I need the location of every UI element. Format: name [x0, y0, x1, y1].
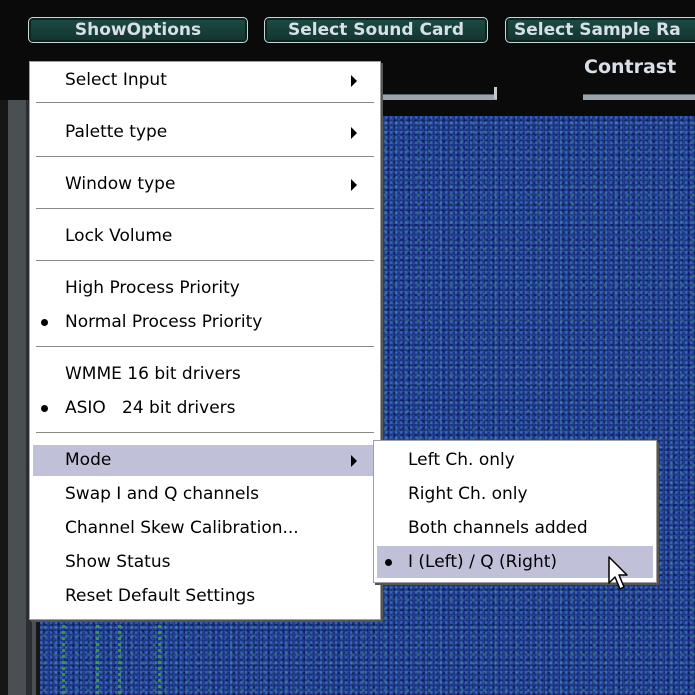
submenu-arrow-icon	[351, 75, 357, 87]
submenu-arrow-icon	[351, 455, 357, 467]
submenu-item-left-only[interactable]: Left Ch. only	[377, 444, 653, 476]
submenu-item-label: I (Left) / Q (Right)	[408, 552, 558, 572]
menu-item-label: Channel Skew Calibration...	[65, 518, 299, 538]
menu-item-label: Mode	[65, 450, 112, 470]
submenu-arrow-icon	[351, 179, 357, 191]
show-options-menu: Select Input Palette type Window type Lo…	[29, 61, 381, 620]
menu-item-high-priority[interactable]: High Process Priority	[33, 273, 377, 304]
menu-item-label: Normal Process Priority	[65, 312, 263, 332]
menu-item-label: Reset Default Settings	[65, 586, 256, 606]
menu-item-select-input[interactable]: Select Input	[33, 65, 377, 96]
menu-item-palette-type[interactable]: Palette type	[33, 117, 377, 148]
contrast-label: Contrast	[584, 56, 677, 78]
menu-item-skew-calibration[interactable]: Channel Skew Calibration...	[33, 513, 377, 544]
app-window: ShowOptions Select Sound Card Select Sam…	[0, 0, 695, 695]
menu-item-label: ASIO 24 bit drivers	[65, 398, 236, 418]
submenu-item-right-only[interactable]: Right Ch. only	[377, 478, 653, 510]
menu-item-label: Swap I and Q channels	[65, 484, 260, 504]
menu-item-swap-iq[interactable]: Swap I and Q channels	[33, 479, 377, 510]
mouse-pointer-icon	[608, 556, 628, 590]
menu-item-label: Palette type	[65, 122, 168, 142]
menu-item-show-status[interactable]: Show Status	[33, 547, 377, 578]
menu-item-wmme-drivers[interactable]: WMME 16 bit drivers	[33, 359, 377, 390]
menu-item-window-type[interactable]: Window type	[33, 169, 377, 200]
radio-bullet-icon	[41, 319, 48, 326]
radio-bullet-icon	[41, 405, 48, 412]
menu-item-reset-defaults[interactable]: Reset Default Settings	[33, 581, 377, 612]
menu-separator	[36, 102, 374, 104]
slider-track[interactable]	[382, 87, 497, 100]
show-options-button[interactable]: ShowOptions	[28, 17, 248, 43]
menu-item-label: Select Input	[65, 70, 167, 90]
select-sample-rate-button[interactable]: Select Sample Ra	[505, 17, 695, 43]
slider-handle[interactable]	[494, 87, 497, 99]
menu-item-lock-volume[interactable]: Lock Volume	[33, 221, 377, 252]
menu-separator	[36, 156, 374, 158]
menu-item-normal-priority[interactable]: Normal Process Priority	[33, 307, 377, 338]
menu-item-label: Show Status	[65, 552, 171, 572]
menu-item-asio-drivers[interactable]: ASIO 24 bit drivers	[33, 393, 377, 424]
submenu-item-label: Left Ch. only	[408, 450, 515, 470]
submenu-arrow-icon	[351, 127, 357, 139]
select-sound-card-button[interactable]: Select Sound Card	[264, 17, 488, 43]
submenu-item-label: Right Ch. only	[408, 484, 528, 504]
menu-separator	[36, 260, 374, 262]
menu-item-label: Lock Volume	[65, 226, 173, 246]
radio-bullet-icon	[385, 559, 392, 566]
menu-item-mode[interactable]: Mode	[33, 445, 377, 476]
menu-separator	[36, 208, 374, 210]
contrast-slider-track[interactable]	[583, 94, 695, 100]
submenu-item-label: Both channels added	[408, 518, 588, 538]
menu-item-label: High Process Priority	[65, 278, 240, 298]
menu-item-label: WMME 16 bit drivers	[65, 364, 241, 384]
submenu-item-both-added[interactable]: Both channels added	[377, 512, 653, 544]
menu-separator	[36, 346, 374, 348]
menu-item-label: Window type	[65, 174, 176, 194]
menu-separator	[36, 432, 374, 434]
